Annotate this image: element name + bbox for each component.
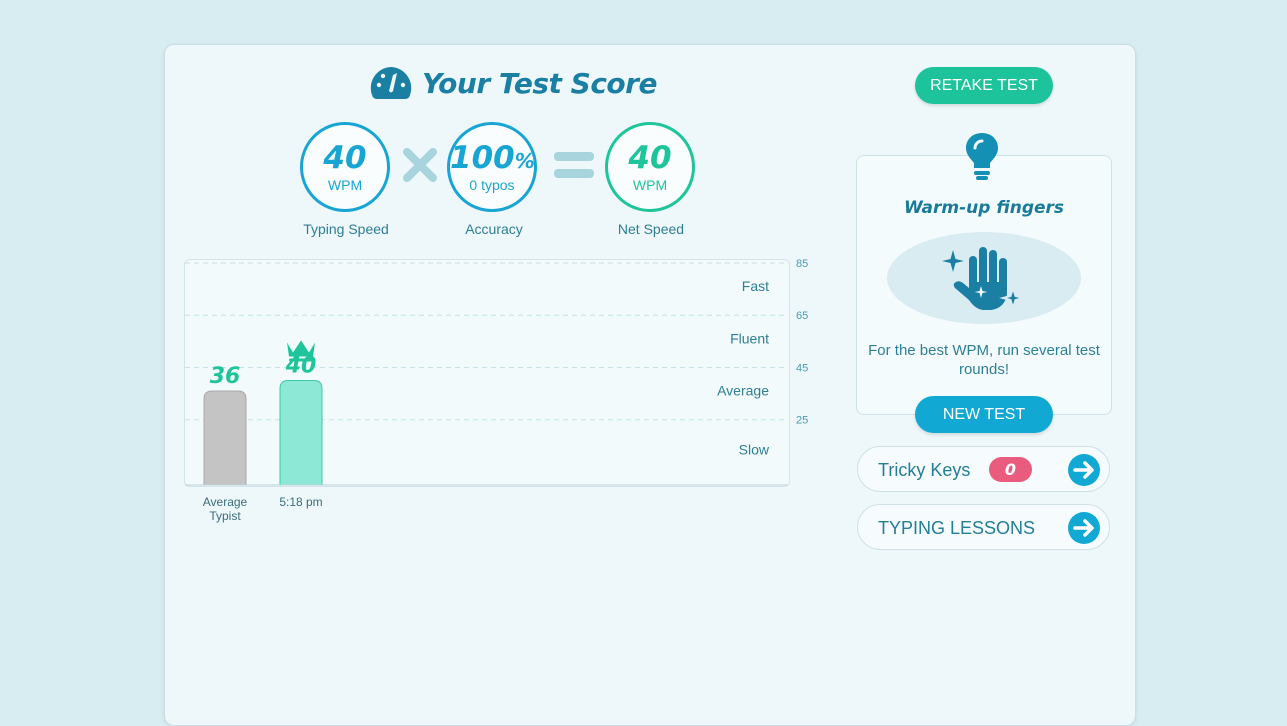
x-axis-label: Average (203, 495, 248, 509)
y-tick-label: 45 (796, 362, 808, 374)
tricky-keys-label: Tricky Keys (878, 460, 971, 480)
lightbulb-icon (966, 133, 998, 180)
bar-value-label: 40 (285, 354, 317, 379)
typing-lessons-button[interactable]: TYPING LESSONS (857, 504, 1110, 550)
typing-lessons-label: TYPING LESSONS (878, 518, 1036, 538)
bar-value-label: 36 (210, 364, 241, 389)
bar-your-result (279, 380, 323, 486)
sparkle-hand-icon (942, 247, 1027, 312)
y-tick-label: 85 (796, 258, 808, 270)
tip-title: Warm-up fingers (903, 198, 1065, 218)
new-test-button[interactable]: NEW TEST (915, 396, 1053, 433)
arrow-right-icon (1068, 512, 1100, 544)
band-label-average: Average (717, 383, 769, 399)
tricky-keys-count-badge: 0 (989, 457, 1032, 482)
tip-text: For the best WPM, run several test round… (868, 342, 1100, 378)
arrow-right-icon (1068, 454, 1100, 486)
x-axis-label: Typist (209, 509, 241, 523)
y-tick-label: 65 (796, 310, 808, 322)
bar-average-typist (203, 390, 247, 486)
crown-icon (287, 340, 315, 357)
band-label-fluent: Fluent (730, 330, 769, 346)
retake-test-button[interactable]: RETAKE TEST (915, 67, 1053, 104)
y-tick-label: 25 (796, 415, 808, 427)
band-label-slow: Slow (739, 441, 770, 457)
tricky-keys-button[interactable]: Tricky Keys 0 (857, 446, 1110, 492)
crown-base (289, 358, 313, 362)
band-label-fast: Fast (742, 278, 769, 294)
x-axis-label: 5:18 pm (279, 495, 322, 509)
